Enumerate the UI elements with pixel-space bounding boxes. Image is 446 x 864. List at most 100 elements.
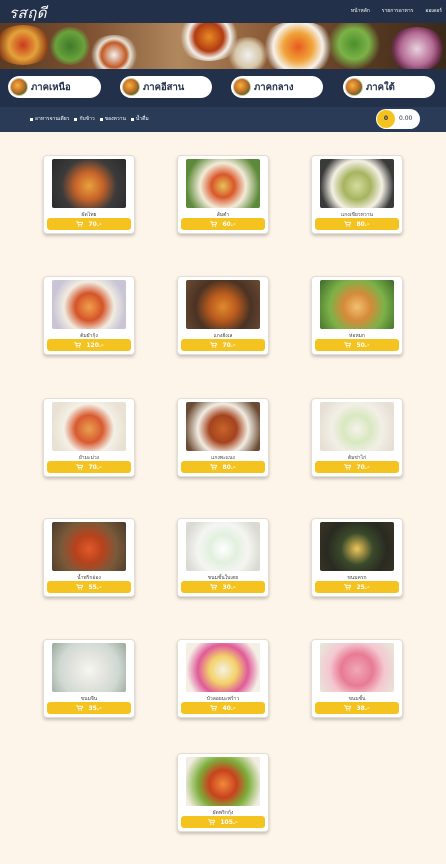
category-label: ของหวาน xyxy=(104,116,126,122)
add-to-cart-button[interactable]: 25.- xyxy=(315,581,399,593)
add-to-cart-button[interactable]: 35.- xyxy=(47,702,131,714)
region-northeast-button[interactable]: ภาคอีสาน xyxy=(120,76,212,98)
dish-photo xyxy=(186,643,260,692)
add-to-cart-button[interactable]: 120.- xyxy=(47,339,131,351)
add-to-cart-button[interactable]: 70.- xyxy=(181,339,265,351)
category-side-dish[interactable]: กับข้าว xyxy=(74,115,95,123)
cart-icon xyxy=(344,584,352,590)
nav-orders-link[interactable]: ออเดอร์ xyxy=(425,7,442,15)
dish-photo xyxy=(52,280,126,329)
menu-item-card[interactable]: ยำมะม่วง 70.- xyxy=(43,398,135,477)
hero-banner-image xyxy=(0,23,446,69)
add-to-cart-button[interactable]: 80.- xyxy=(181,461,265,473)
add-to-cart-button[interactable]: 50.- xyxy=(315,339,399,351)
add-to-cart-button[interactable]: 105.- xyxy=(181,816,265,828)
dish-price: 30.- xyxy=(222,583,236,591)
cart-icon xyxy=(76,221,84,227)
cart-icon xyxy=(76,705,84,711)
dish-photo xyxy=(186,757,260,806)
add-to-cart-button[interactable]: 60.- xyxy=(181,218,265,230)
add-to-cart-button[interactable]: 55.- xyxy=(47,581,131,593)
cart-icon xyxy=(208,819,216,825)
brand-logo[interactable]: รสฤดี xyxy=(9,1,47,25)
nav-home-link[interactable]: หน้าหลัก xyxy=(351,7,370,15)
cart-icon xyxy=(76,584,84,590)
region-label: ภาคอีสาน xyxy=(143,81,185,93)
menu-item-card[interactable]: น้ำพริกอ่อง 55.- xyxy=(43,518,135,597)
cart-icon xyxy=(210,221,218,227)
dish-price: 38.- xyxy=(356,704,370,712)
dish-price: 60.- xyxy=(222,220,236,228)
checkbox-icon[interactable] xyxy=(30,117,33,121)
dish-price: 70.- xyxy=(222,341,236,349)
dish-photo xyxy=(52,522,126,571)
dish-photo xyxy=(186,522,260,571)
menu-item-card[interactable]: ขนมครก 25.- xyxy=(311,518,403,597)
dish-price: 70.- xyxy=(88,220,102,228)
menu-item-card[interactable]: ขนมจีน 35.- xyxy=(43,639,135,718)
dish-photo xyxy=(52,402,126,451)
checkbox-icon[interactable] xyxy=(99,117,103,121)
region-thumbnail xyxy=(233,78,251,96)
region-label: ภาคเหนือ xyxy=(31,81,71,93)
top-navbar: รสฤดี หน้าหลัก รายการอาหาร ออเดอร์ xyxy=(0,0,446,23)
menu-item-card[interactable]: บัวลอยมะพร้าว 40.- xyxy=(177,639,269,718)
dish-price: 80.- xyxy=(222,463,236,471)
menu-item-card[interactable]: แกงพะแนง 80.- xyxy=(177,398,269,477)
region-selector: ภาคเหนือ ภาคอีสาน ภาคกลาง ภาคใต้ xyxy=(0,69,446,107)
menu-item-card[interactable]: ผัดไทย 70.- xyxy=(43,155,135,234)
menu-item-card[interactable]: ส้มตำ 60.- xyxy=(177,155,269,234)
dish-photo xyxy=(320,280,394,329)
cart-icon xyxy=(76,464,84,470)
menu-item-card[interactable]: ผัดพริกกุ้ง 105.- xyxy=(177,753,269,832)
menu-item-card[interactable]: ต้มยำกุ้ง 120.- xyxy=(43,276,135,355)
dish-photo xyxy=(320,643,394,692)
dish-price: 80.- xyxy=(356,220,370,228)
menu-item-card[interactable]: แกงเขียวหวาน 80.- xyxy=(311,155,403,234)
menu-item-card[interactable]: ขนมชั้นใบเตย 30.- xyxy=(177,518,269,597)
cart-icon xyxy=(344,221,352,227)
menu-item-card[interactable]: ห่อหมก 50.- xyxy=(311,276,403,355)
dish-price: 50.- xyxy=(356,341,370,349)
nav-menu-link[interactable]: รายการอาหาร xyxy=(382,7,414,15)
add-to-cart-button[interactable]: 70.- xyxy=(47,218,131,230)
checkbox-icon[interactable] xyxy=(130,117,134,121)
dish-price: 25.- xyxy=(356,583,370,591)
menu-item-card[interactable]: ขนมชั้น 38.- xyxy=(311,639,403,718)
add-to-cart-button[interactable]: 80.- xyxy=(315,218,399,230)
menu-item-card[interactable]: แกงฮังเล 70.- xyxy=(177,276,269,355)
dish-photo xyxy=(320,159,394,208)
region-central-button[interactable]: ภาคกลาง xyxy=(231,76,323,98)
category-drinks[interactable]: น้ำดื่ม xyxy=(130,115,149,123)
region-north-button[interactable]: ภาคเหนือ xyxy=(8,76,101,98)
cart-count-badge: 0 xyxy=(377,110,395,128)
cart-icon xyxy=(344,342,352,348)
main-nav: หน้าหลัก รายการอาหาร ออเดอร์ xyxy=(351,7,442,15)
add-to-cart-button[interactable]: 38.- xyxy=(315,702,399,714)
menu-item-card[interactable]: ต้มข่าไก่ 70.- xyxy=(311,398,403,477)
add-to-cart-button[interactable]: 30.- xyxy=(181,581,265,593)
dish-photo xyxy=(52,643,126,692)
cart-button[interactable]: 0 0.00 xyxy=(376,109,420,129)
cart-icon xyxy=(344,705,352,711)
category-label: น้ำดื่ม xyxy=(135,116,149,122)
add-to-cart-button[interactable]: 70.- xyxy=(315,461,399,473)
cart-total: 0.00 xyxy=(399,115,413,122)
dish-price: 70.- xyxy=(88,463,102,471)
cart-icon xyxy=(74,342,82,348)
cart-icon xyxy=(210,705,218,711)
category-dessert[interactable]: ของหวาน xyxy=(99,115,126,123)
region-thumbnail xyxy=(10,78,28,96)
cart-icon xyxy=(210,584,218,590)
add-to-cart-button[interactable]: 70.- xyxy=(47,461,131,473)
region-south-button[interactable]: ภาคใต้ xyxy=(343,76,435,98)
region-thumbnail xyxy=(122,78,140,96)
category-bar: อาหารจานเดียว กับข้าว ของหวาน น้ำดื่ม 0 … xyxy=(0,107,446,132)
dish-price: 105.- xyxy=(220,818,238,826)
dish-price: 55.- xyxy=(88,583,102,591)
category-single-dish[interactable]: อาหารจานเดียว xyxy=(30,115,69,123)
category-filters: อาหารจานเดียว กับข้าว ของหวาน น้ำดื่ม xyxy=(30,115,149,123)
checkbox-icon[interactable] xyxy=(74,117,78,121)
dish-photo xyxy=(186,159,260,208)
add-to-cart-button[interactable]: 40.- xyxy=(181,702,265,714)
